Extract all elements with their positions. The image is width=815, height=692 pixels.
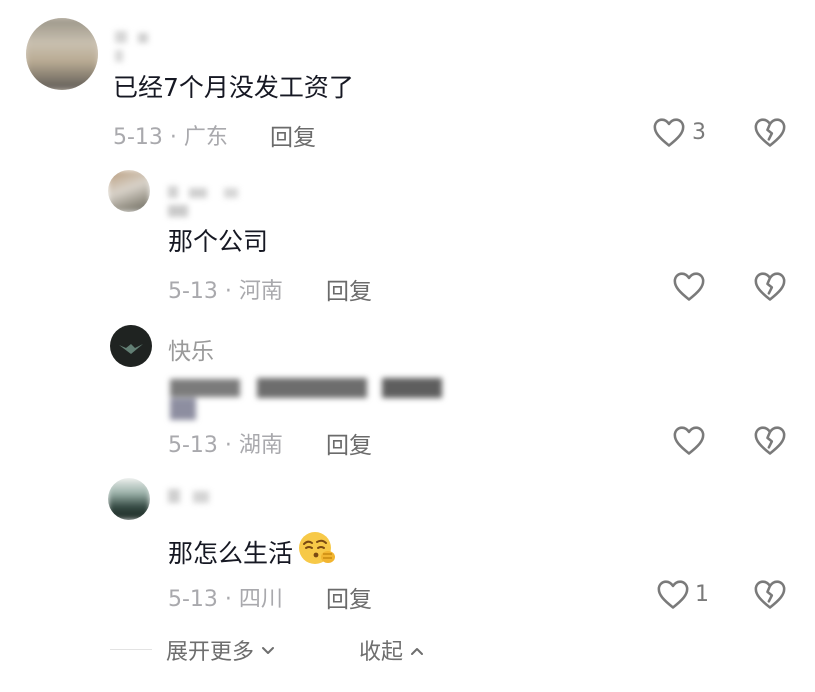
collapse-label: 收起 [359, 640, 404, 665]
collapse-button[interactable]: 收起 [359, 634, 425, 666]
avatar[interactable] [110, 325, 152, 367]
broken-heart-icon[interactable] [753, 270, 787, 302]
heart-outline-icon[interactable] [652, 116, 686, 148]
reply-date-location: 5-13 · 湖南 [168, 433, 283, 458]
reply-button[interactable]: 回复 [326, 272, 372, 306]
avatar[interactable] [108, 478, 150, 520]
broken-heart-icon[interactable] [753, 578, 787, 610]
reply-text-content: 那怎么生活 [168, 539, 294, 568]
username-redacted [168, 488, 218, 504]
heart-outline-icon[interactable] [672, 424, 706, 456]
reply-date-location: 5-13 · 河南 [168, 279, 283, 304]
reply-button[interactable]: 回复 [326, 426, 372, 460]
heart-outline-icon[interactable] [672, 270, 706, 302]
avatar[interactable] [108, 170, 150, 212]
expand-more-label: 展开更多 [166, 640, 255, 665]
reply-text-redacted [170, 377, 475, 420]
heart-outline-icon[interactable] [656, 578, 690, 610]
username-redacted [168, 183, 268, 217]
username-redacted [115, 28, 163, 62]
reply-username: 快乐 [168, 339, 214, 365]
like-count: 3 [692, 120, 706, 145]
reply-date-location: 5-13 · 四川 [168, 587, 283, 612]
reply-text: 那怎么生活 [168, 530, 337, 574]
expand-more-button[interactable]: 展开更多 [166, 634, 276, 666]
avatar[interactable] [26, 18, 98, 90]
comment-text: 已经7个月没发工资了 [113, 73, 354, 102]
thinking-face-emoji [297, 530, 337, 574]
reply-button[interactable]: 回复 [270, 118, 316, 152]
divider [110, 649, 152, 650]
like-count: 1 [695, 582, 709, 607]
chevron-down-icon [260, 638, 276, 663]
comment-date-location: 5-13 · 广东 [113, 125, 228, 150]
reply-button[interactable]: 回复 [326, 580, 372, 614]
chevron-up-icon [409, 638, 425, 663]
broken-heart-icon[interactable] [753, 424, 787, 456]
broken-heart-icon[interactable] [753, 116, 787, 148]
reply-text: 那个公司 [168, 227, 269, 256]
